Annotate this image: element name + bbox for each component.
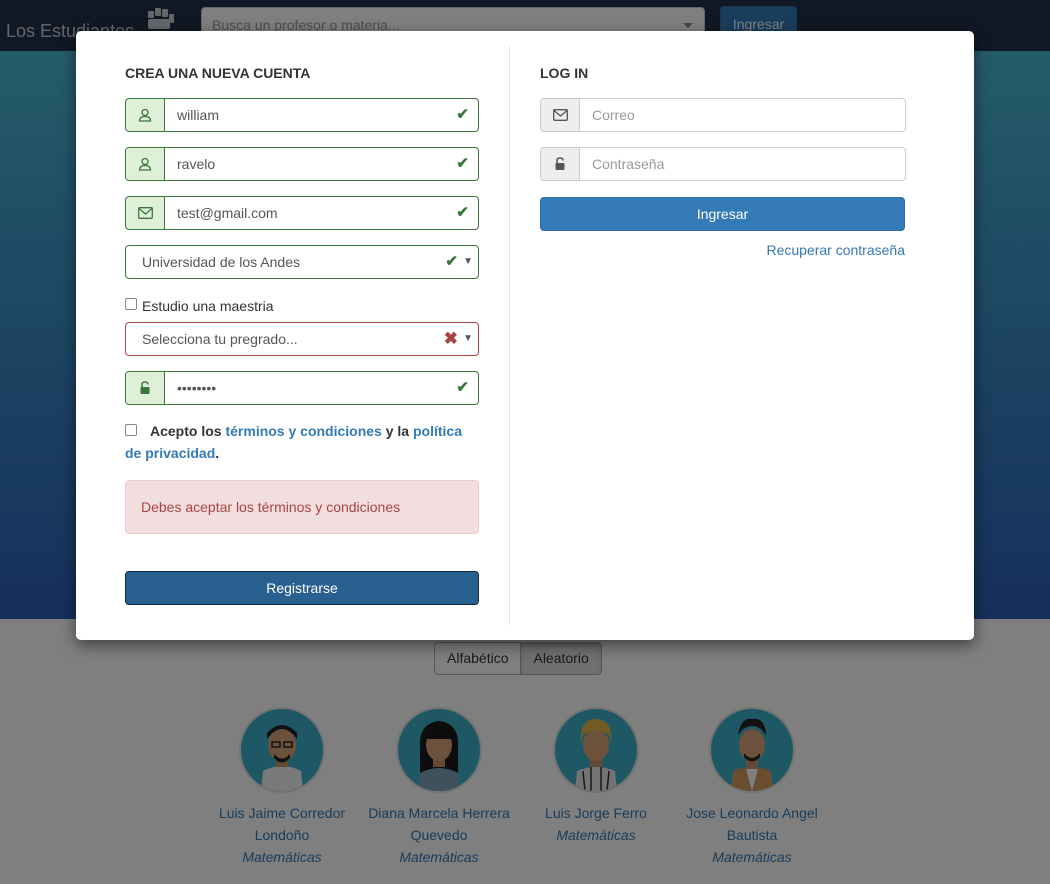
last-name-group: ravelo ✔ <box>125 147 479 181</box>
terms-middle: y la <box>381 423 413 439</box>
first-name-value: william <box>177 107 219 123</box>
register-email-input[interactable]: test@gmail.com ✔ <box>165 196 479 230</box>
dropdown-arrow-icon: ▼ <box>463 333 473 344</box>
register-password-value: •••••••• <box>177 380 217 396</box>
register-password-input[interactable]: •••••••• ✔ <box>165 371 479 405</box>
recover-password-link[interactable]: Recuperar contraseña <box>766 242 905 258</box>
university-select[interactable]: Universidad de los Andes ✔ ▼ <box>125 245 479 279</box>
login-password-group: Contraseña <box>540 147 906 181</box>
first-name-input[interactable]: william ✔ <box>165 98 479 132</box>
login-password-input[interactable]: Contraseña <box>580 147 906 181</box>
masters-checkbox[interactable] <box>125 298 137 310</box>
first-name-group: william ✔ <box>125 98 479 132</box>
terms-link[interactable]: términos y condiciones <box>225 423 381 439</box>
user-icon <box>125 147 165 181</box>
masters-label[interactable]: Estudio una maestria <box>142 298 274 314</box>
login-email-input[interactable]: Correo <box>580 98 906 132</box>
check-icon: ✔ <box>456 155 469 172</box>
auth-modal: CREA UNA NUEVA CUENTA william ✔ ravelo ✔… <box>76 31 974 640</box>
last-name-value: ravelo <box>177 156 216 172</box>
user-icon <box>125 98 165 132</box>
terms-suffix: . <box>215 445 220 461</box>
terms-label: Acepto los términos y condiciones y la p… <box>125 420 479 464</box>
column-divider <box>509 46 510 625</box>
unlock-icon <box>540 147 580 181</box>
unlock-icon <box>125 371 165 405</box>
error-x-icon: ✖ <box>443 329 458 348</box>
register-title: CREA UNA NUEVA CUENTA <box>125 65 311 81</box>
check-icon: ✔ <box>456 106 469 123</box>
register-email-group: test@gmail.com ✔ <box>125 196 479 230</box>
check-icon: ✔ <box>445 253 458 270</box>
university-value: Universidad de los Andes <box>142 254 300 270</box>
last-name-input[interactable]: ravelo ✔ <box>165 147 479 181</box>
check-icon: ✔ <box>456 204 469 221</box>
terms-error-alert: Debes aceptar los términos y condiciones <box>125 480 479 534</box>
register-button[interactable]: Registrarse <box>125 571 479 605</box>
terms-prefix: Acepto los <box>150 423 226 439</box>
register-email-value: test@gmail.com <box>177 205 278 221</box>
login-button[interactable]: Ingresar <box>540 197 905 231</box>
envelope-icon <box>540 98 580 132</box>
login-title: LOG IN <box>540 65 589 81</box>
program-select[interactable]: Selecciona tu pregrado... ✖ ▼ <box>125 322 479 356</box>
program-placeholder: Selecciona tu pregrado... <box>142 331 298 347</box>
check-icon: ✔ <box>456 379 469 396</box>
dropdown-arrow-icon: ▼ <box>463 256 473 267</box>
login-email-group: Correo <box>540 98 906 132</box>
login-password-placeholder: Contraseña <box>592 156 665 172</box>
envelope-icon <box>125 196 165 230</box>
login-email-placeholder: Correo <box>592 107 635 123</box>
register-password-group: •••••••• ✔ <box>125 371 479 405</box>
